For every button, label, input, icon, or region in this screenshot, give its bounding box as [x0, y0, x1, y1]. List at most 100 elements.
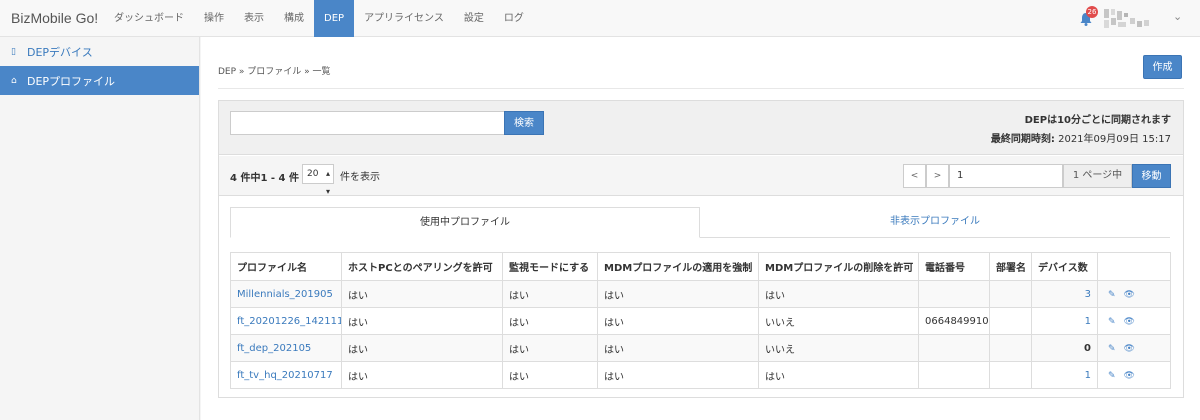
- table-cell: はい: [597, 307, 759, 335]
- mobile-icon: ▯: [11, 46, 16, 57]
- search-input[interactable]: [230, 111, 505, 135]
- prev-page-button[interactable]: <: [903, 164, 926, 188]
- profile-name-link[interactable]: ft_tv_hq_20210717: [237, 370, 333, 381]
- edit-icon[interactable]: ✎: [1108, 317, 1116, 327]
- column-header[interactable]: プロファイル名: [230, 252, 342, 281]
- device-count-link[interactable]: 1: [1085, 316, 1091, 327]
- table-cell: はい: [758, 361, 919, 389]
- nav-item-settings[interactable]: 設定: [454, 0, 494, 37]
- chevron-down-icon[interactable]: ⌄: [1173, 10, 1182, 23]
- page-total-label: 1 ページ中: [1063, 164, 1132, 188]
- go-page-button[interactable]: 移動: [1132, 164, 1171, 188]
- table-cell: はい: [597, 361, 759, 389]
- profile-name-link[interactable]: ft_20201226_142111: [237, 316, 341, 327]
- eye-icon[interactable]: 👁: [1124, 290, 1135, 300]
- column-header[interactable]: MDMプロファイルの適用を強制: [597, 252, 759, 281]
- table-cell: はい: [597, 280, 759, 308]
- table-cell: いいえ: [758, 334, 919, 362]
- column-header[interactable]: 部署名: [989, 252, 1032, 281]
- table-cell: はい: [341, 307, 503, 335]
- table-cell: [989, 334, 1032, 362]
- per-page-value: 20: [307, 169, 319, 179]
- page-number-input[interactable]: 1: [949, 164, 1063, 188]
- brand-logo[interactable]: BizMobile Go!: [11, 0, 98, 37]
- profile-panel: 検索 DEPは10分ごとに同期されます 最終同期時刻: 2021年09月09日 …: [218, 100, 1184, 398]
- table-cell: いいえ: [758, 307, 919, 335]
- table-cell: [918, 334, 990, 362]
- table-cell: [918, 361, 990, 389]
- profile-name-link[interactable]: ft_dep_202105: [237, 343, 311, 354]
- divider: [218, 88, 1184, 89]
- edit-icon[interactable]: ✎: [1108, 344, 1116, 354]
- main-nav: ダッシュボード 操作 表示 構成 DEP アプリライセンス 設定 ログ: [104, 0, 534, 37]
- nav-item-log[interactable]: ログ: [494, 0, 534, 37]
- column-header[interactable]: デバイス数: [1031, 252, 1098, 281]
- table-cell: はい: [341, 361, 503, 389]
- edit-icon[interactable]: ✎: [1108, 371, 1116, 381]
- table-cell: 0664849910: [918, 307, 990, 335]
- main-content: DEP » プロファイル » 一覧 作成 検索 DEPは10分ごとに同期されます…: [201, 37, 1200, 420]
- sidebar: ▯ DEPデバイス ⌂ DEPプロファイル: [0, 37, 200, 420]
- table-cell: はい: [502, 334, 598, 362]
- breadcrumb: DEP » プロファイル » 一覧: [218, 67, 331, 77]
- nav-item-dashboard[interactable]: ダッシュボード: [104, 0, 194, 37]
- row-actions: ✎ 👁: [1097, 361, 1171, 389]
- table-cell: はい: [341, 334, 503, 362]
- pagination-bar: 4 件中1 - 4 件 20 ▴ ▾ 件を表示 < > 1 1 ページ中 移動: [219, 156, 1183, 196]
- profile-tabs: 使用中プロファイル 非表示プロファイル: [230, 207, 1170, 238]
- last-sync-time: 最終同期時刻: 2021年09月09日 15:17: [991, 130, 1171, 145]
- table-cell: [989, 307, 1032, 335]
- device-count: 0: [1084, 342, 1091, 354]
- table-row: ft_tv_hq_20210717 はい はい はい はい 1 ✎ 👁: [230, 361, 1171, 389]
- table-cell: はい: [341, 280, 503, 308]
- table-row: ft_dep_202105 はい はい はい いいえ 0 ✎ 👁: [230, 334, 1171, 362]
- search-button[interactable]: 検索: [504, 111, 544, 135]
- edit-icon[interactable]: ✎: [1108, 290, 1116, 300]
- result-count: 4 件中1 - 4 件: [230, 173, 299, 184]
- create-button[interactable]: 作成: [1143, 55, 1182, 79]
- table-cell: はい: [502, 280, 598, 308]
- nav-item-dep[interactable]: DEP: [314, 0, 355, 37]
- table-cell: [989, 280, 1032, 308]
- next-page-button[interactable]: >: [926, 164, 949, 188]
- sidebar-item-label: DEPプロファイル: [27, 74, 116, 88]
- sidebar-item-dep-devices[interactable]: ▯ DEPデバイス: [0, 37, 199, 66]
- per-page-select[interactable]: 20 ▴ ▾: [302, 164, 334, 196]
- inbox-icon: ⌂: [11, 75, 17, 86]
- device-count-link[interactable]: 3: [1085, 289, 1091, 300]
- sidebar-item-dep-profiles[interactable]: ⌂ DEPプロファイル: [0, 66, 199, 95]
- eye-icon[interactable]: 👁: [1124, 317, 1135, 327]
- column-header-actions: [1097, 252, 1171, 281]
- profile-name-link[interactable]: Millennials_201905: [237, 289, 333, 300]
- sync-note: DEPは10分ごとに同期されます: [1024, 115, 1171, 126]
- table-cell: はい: [502, 361, 598, 389]
- tab-active-profiles[interactable]: 使用中プロファイル: [230, 207, 700, 238]
- per-page-label: 件を表示: [340, 172, 380, 183]
- nav-item-view[interactable]: 表示: [234, 0, 274, 37]
- column-header[interactable]: 電話番号: [918, 252, 990, 281]
- device-count-link[interactable]: 1: [1085, 370, 1091, 381]
- table-row: Millennials_201905 はい はい はい はい 3 ✎ 👁: [230, 280, 1171, 308]
- panel-header: 検索 DEPは10分ごとに同期されます 最終同期時刻: 2021年09月09日 …: [219, 101, 1183, 155]
- table-cell: はい: [758, 280, 919, 308]
- sidebar-item-label: DEPデバイス: [27, 45, 93, 59]
- nav-item-config[interactable]: 構成: [274, 0, 314, 37]
- eye-icon[interactable]: 👁: [1124, 371, 1135, 381]
- column-header[interactable]: MDMプロファイルの削除を許可: [758, 252, 919, 281]
- last-sync-label: 最終同期時刻:: [990, 134, 1055, 145]
- row-actions: ✎ 👁: [1097, 280, 1171, 308]
- table-cell: [918, 280, 990, 308]
- user-avatar[interactable]: [1104, 9, 1154, 29]
- column-header[interactable]: ホストPCとのペアリングを許可: [341, 252, 503, 281]
- nav-item-app-license[interactable]: アプリライセンス: [354, 0, 454, 37]
- table-cell: はい: [502, 307, 598, 335]
- row-actions: ✎ 👁: [1097, 307, 1171, 335]
- last-sync-value: 2021年09月09日 15:17: [1058, 134, 1171, 145]
- table-row: ft_20201226_142111 はい はい はい いいえ 06648499…: [230, 307, 1171, 335]
- select-arrows-icon: ▴ ▾: [325, 169, 330, 196]
- column-header[interactable]: 監視モードにする: [502, 252, 598, 281]
- nav-item-operation[interactable]: 操作: [194, 0, 234, 37]
- tab-hidden-profiles[interactable]: 非表示プロファイル: [700, 207, 1170, 238]
- eye-icon[interactable]: 👁: [1124, 344, 1135, 354]
- table-cell: はい: [597, 334, 759, 362]
